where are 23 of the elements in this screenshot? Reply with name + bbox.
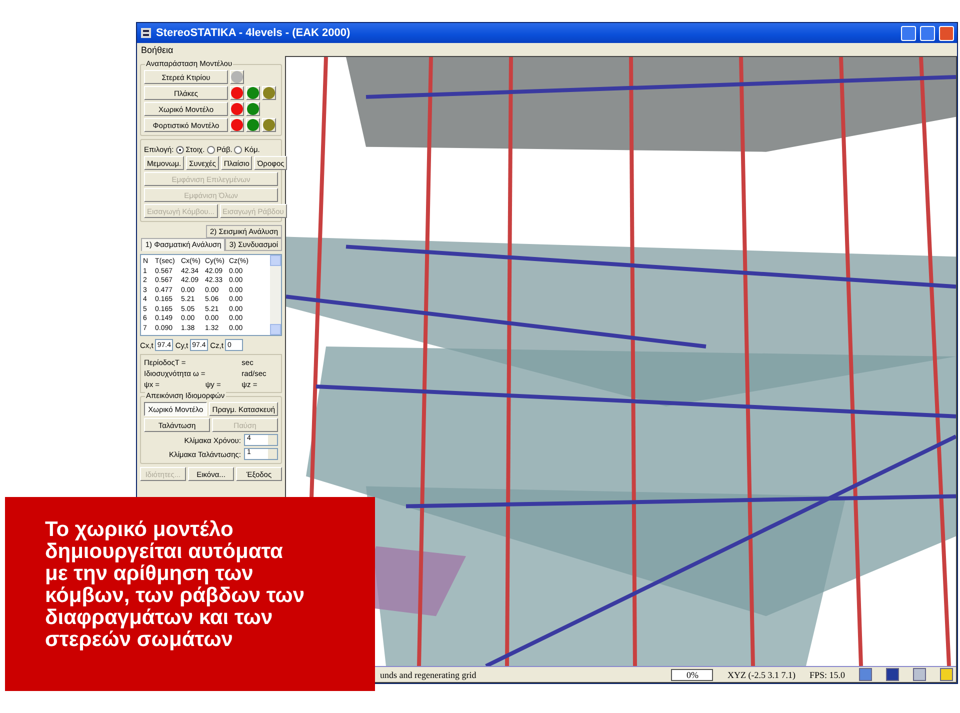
status-light[interactable]: [263, 119, 275, 131]
menu-item[interactable]: Βοήθεια: [139, 44, 176, 54]
scrollbar[interactable]: [270, 255, 281, 335]
radio-button[interactable]: [234, 146, 242, 154]
status-light[interactable]: [231, 119, 243, 131]
coordinates-text: XYZ (-2.5 3.1 7.1): [727, 670, 796, 680]
status-light[interactable]: [263, 87, 275, 99]
fps-text: FPS: 15.0: [809, 670, 845, 680]
status-light[interactable]: [231, 103, 243, 115]
status-light[interactable]: [231, 87, 243, 99]
caption-text: Το χωρικό μοντέλο δημιουργείται αυτόματα με την αρίθμηση των κόμβων, των ράβδων των διαφραγμάτων και των στερεών σωμάτων: [5, 497, 375, 691]
status-light[interactable]: [247, 87, 259, 99]
radio-button[interactable]: [206, 146, 215, 154]
progress-field: 0%: [671, 668, 714, 680]
close-button[interactable]: [939, 26, 954, 40]
maximize-button[interactable]: [920, 26, 935, 40]
app-icon: [140, 27, 152, 39]
radio-button[interactable]: [176, 146, 184, 154]
status-light[interactable]: [247, 119, 259, 131]
window-title: StereoSTATIKA - 4levels - (EAK 2000): [156, 27, 352, 39]
status-light[interactable]: [247, 103, 259, 115]
minimize-button[interactable]: [901, 26, 916, 40]
status-message: unds and regenerating grid: [380, 670, 476, 680]
